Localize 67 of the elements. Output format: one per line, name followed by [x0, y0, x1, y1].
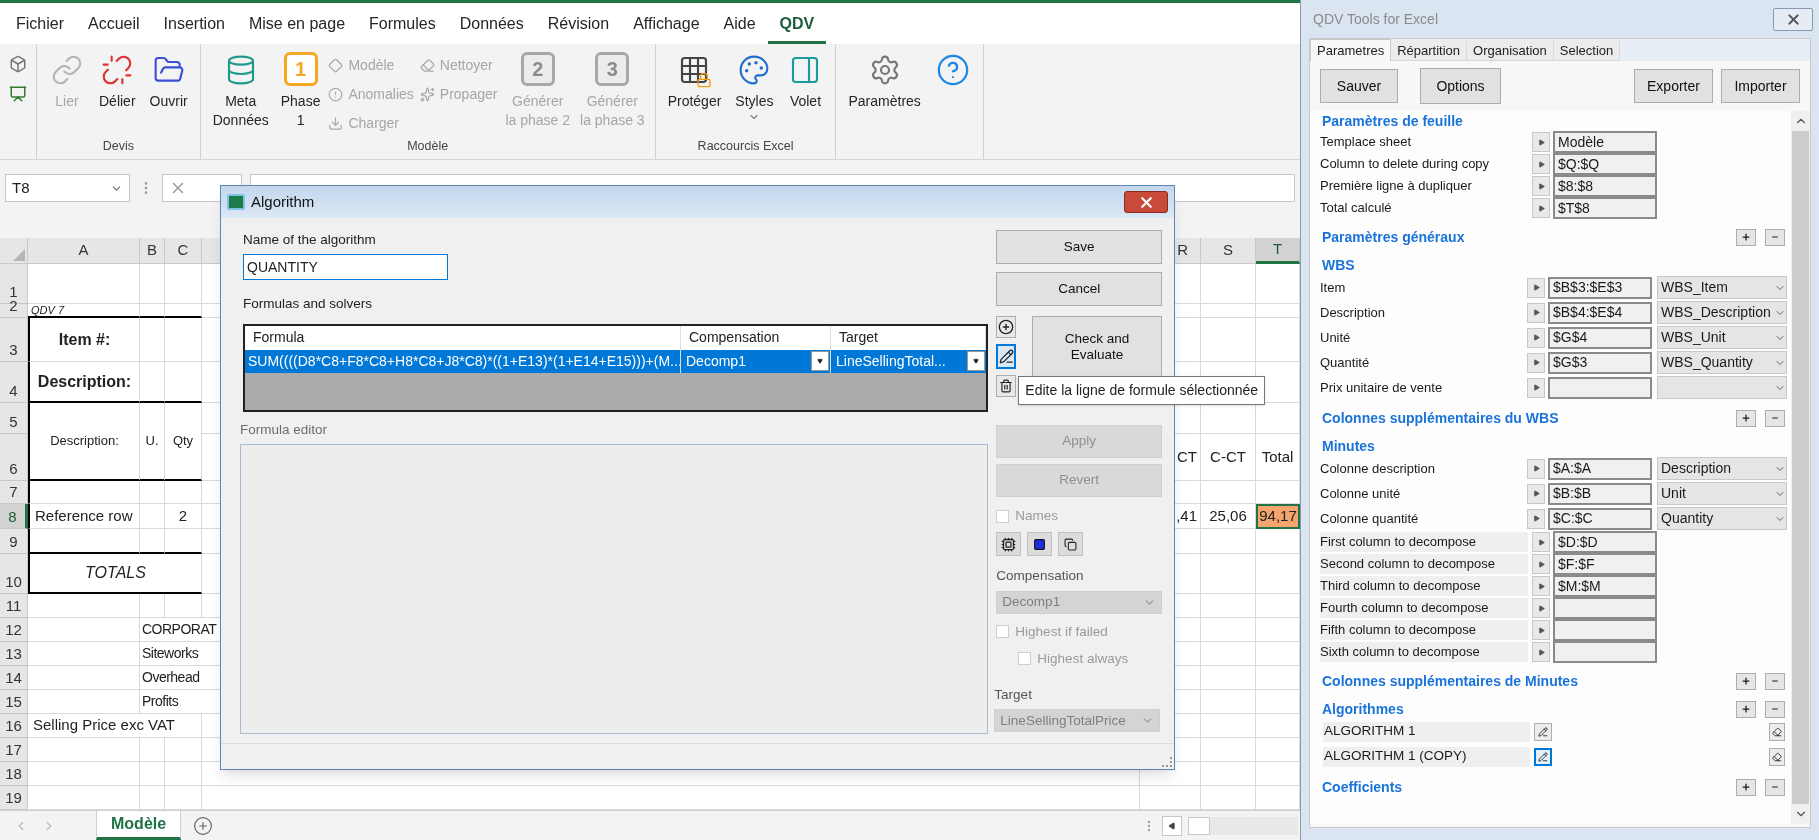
field-label: Name of the algorithm [243, 231, 377, 249]
algorithm-name: ALGORITHM 1 (COPY) [1323, 746, 1530, 767]
field-label: Column to delete during copy [1320, 155, 1491, 174]
field-label: Third column to decompose [1320, 576, 1528, 596]
cell-text: LineSellingTotal... [836, 351, 946, 371]
cell-text: CT [1177, 446, 1197, 467]
field-label: Target [994, 686, 1033, 704]
field-label: Second column to decompose [1320, 554, 1528, 574]
cell-text: Item #: [58, 329, 111, 350]
field-label: Formulas and solvers [243, 295, 374, 314]
algorithm-name: ALGORITHM 1 [1323, 721, 1530, 742]
checkbox-label: Highest always [1037, 649, 1129, 668]
field-label: First column to decompose [1320, 532, 1528, 552]
checkbox-label: Highest if failed [1015, 622, 1108, 641]
field-label: Item [1320, 278, 1347, 297]
section-title: Colonnes supplémentaires du WBS [1321, 408, 1559, 428]
field-label: Prix unitaire de vente [1320, 378, 1444, 397]
group-label: Raccourcis Excel [696, 138, 795, 155]
panel-title: QDV Tools for Excel [1313, 9, 1438, 29]
cell-text: QDV 7 [31, 302, 64, 318]
field-label: Fourth column to decompose [1320, 598, 1528, 618]
cell-text: Description: [37, 371, 132, 392]
cell-text: Reference row [35, 505, 133, 526]
cell-text: U. [145, 432, 159, 451]
section-title: Colonnes supplémentaires de Minutes [1321, 671, 1578, 691]
cell-text: CORPORAT [142, 620, 217, 639]
section-title: Minutes [1321, 436, 1375, 456]
cell-text: Decomp1 [686, 351, 746, 371]
column-header: Compensation [681, 325, 831, 350]
cell-text: 25,06 [1209, 505, 1247, 526]
field-label: Colonne quantité [1320, 509, 1420, 528]
field-label: Quantité [1320, 353, 1371, 372]
cell-text: Description: [50, 432, 119, 451]
field-label: Sixth column to decompose [1320, 642, 1528, 662]
column-header: Formula [245, 325, 681, 350]
cell-text: Siteworks [142, 644, 199, 663]
field-label: Colonne unité [1320, 484, 1402, 503]
checkbox-label: Names [1015, 507, 1059, 525]
field-label: Colonne description [1320, 459, 1436, 478]
tooltip: Edite la ligne de formule sélectionnée [1018, 376, 1266, 405]
section-title: Paramètres de feuille [1321, 111, 1463, 131]
field-label: Fifth column to decompose [1320, 620, 1528, 640]
column-header: Target [831, 325, 987, 350]
cell-text: Profits [142, 692, 179, 711]
section-title: Paramètres généraux [1321, 227, 1465, 247]
dialog-title: Algorithm [251, 191, 315, 212]
cell-text: Overhead [142, 668, 200, 687]
cell-text: Total [1261, 446, 1294, 467]
field-label: Unité [1320, 328, 1352, 347]
field-label: Première ligne à dupliquer [1320, 177, 1473, 196]
cell-text: 2 [178, 505, 188, 526]
field-label: Total calculé [1320, 199, 1393, 218]
field-label: Formula editor [240, 420, 329, 439]
cell-text: ,41 [1176, 505, 1197, 526]
cell-text: Qty [172, 432, 194, 451]
section-title: WBS [1321, 255, 1355, 275]
group-label: Modèle [406, 138, 450, 155]
group-label: Devis [101, 138, 135, 155]
field-label: Compensation [996, 567, 1085, 586]
table-cell: SUM((((D8*C8+F8*C8+H8*C8+J8*C8)*((1+E13)*(1+E14+E15)))+(M... [245, 349, 681, 373]
section-title: Coefficients [1321, 777, 1403, 797]
field-label: Description [1320, 303, 1387, 322]
section-title: Algorithmes [1321, 699, 1404, 719]
cell-text: C-CT [1210, 446, 1246, 467]
cell-text: Selling Price exc VAT [33, 715, 175, 736]
cell-text: TOTALS [85, 563, 146, 583]
field-label: Templace sheet [1320, 133, 1413, 152]
